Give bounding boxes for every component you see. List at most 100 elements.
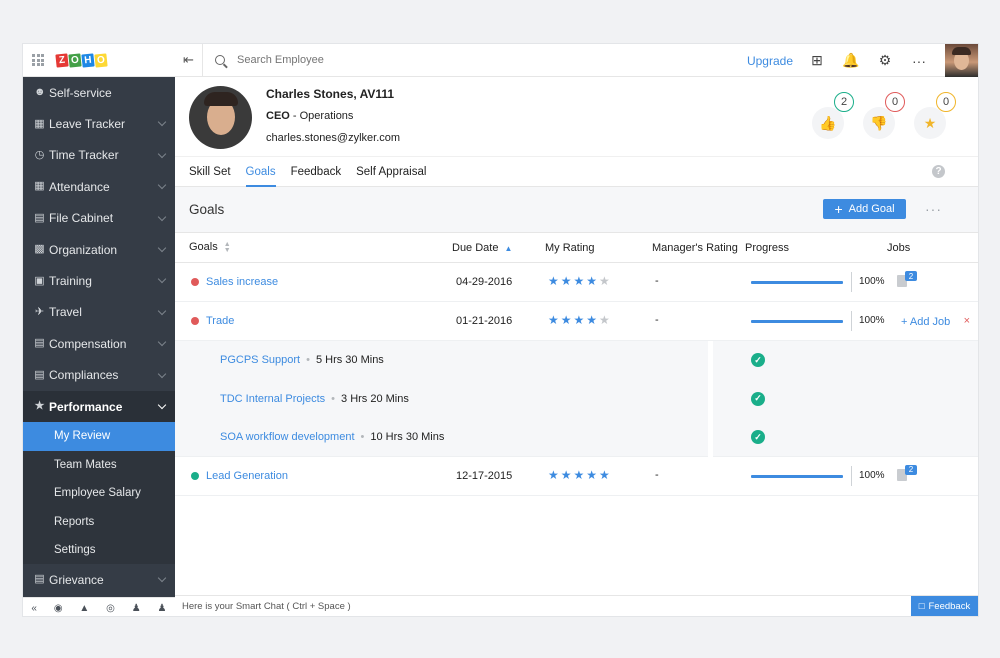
sidebar-item-label: Travel <box>49 305 82 320</box>
team-icon[interactable]: ♟ <box>132 603 141 614</box>
chevron-down-icon <box>157 337 167 347</box>
sidebar-item-compliances[interactable]: ▤ Compliances <box>23 360 175 391</box>
due-date: 04-29-2016 <box>456 276 513 288</box>
feedback-button[interactable]: □ Feedback <box>911 596 978 616</box>
dislikes-badge[interactable]: 👎 0 <box>863 92 905 139</box>
add-goal-label: Add Goal <box>848 203 895 215</box>
role-dept: - Operations <box>289 110 354 122</box>
profile-role: CEO - Operations <box>266 110 353 122</box>
col-goals[interactable]: Goals ▲ ▼ <box>189 241 231 254</box>
sidebar-item-file-cabinet[interactable]: ▤ File Cabinet <box>23 203 175 234</box>
add-square-icon[interactable]: ⊞ <box>809 52 825 69</box>
profile-email: charles.stones@zylker.com <box>266 132 401 144</box>
add-job-link[interactable]: + Add Job <box>901 316 950 328</box>
performance-icon: ★ <box>34 400 45 413</box>
plus-icon: + <box>834 201 843 217</box>
sidebar-subitem-my-review[interactable]: My Review <box>23 422 175 451</box>
remove-icon[interactable]: × <box>964 315 970 327</box>
col-due-date[interactable]: Due Date ▲ <box>452 242 512 254</box>
eye-icon[interactable]: ◉ <box>54 603 63 614</box>
search-input[interactable] <box>237 54 537 66</box>
sidebar: Z O H O ☻ Self-service ▦ Leave Tracker ◷ Ti… <box>23 44 175 616</box>
progress-divider <box>851 465 852 486</box>
sidebar-subitem-reports[interactable]: Reports <box>23 507 175 536</box>
sidebar-item-label: Self-service <box>49 85 112 100</box>
user-icon: ☻ <box>34 86 46 99</box>
sidebar-nav: ☻ Self-service ▦ Leave Tracker ◷ Time Track… <box>23 77 175 596</box>
sidebar-item-label: Compliances <box>49 368 119 383</box>
sidebar-item-leave-tracker[interactable]: ▦ Leave Tracker <box>23 108 175 139</box>
status-dot <box>191 317 199 325</box>
sidebar-subitem-team-mates[interactable]: Team Mates <box>23 450 175 480</box>
sidebar-item-training[interactable]: ▣ Training <box>23 265 175 296</box>
check-icon: ✓ <box>751 353 765 367</box>
manager-rating: - <box>655 314 659 326</box>
main-content: Charles Stones, AV111 CEO - Operations c… <box>175 77 978 595</box>
more-options-icon[interactable]: ··· <box>925 201 942 217</box>
job-link[interactable]: TDC Internal Projects <box>220 393 325 405</box>
rating-stars[interactable]: ★★★★★ <box>548 468 612 482</box>
awards-count: 0 <box>936 92 956 112</box>
add-goal-button[interactable]: + Add Goal <box>823 199 906 219</box>
tab-feedback[interactable]: Feedback <box>291 157 342 187</box>
sidebar-subitem-settings[interactable]: Settings <box>23 535 175 565</box>
col-due-label: Due Date <box>452 241 499 254</box>
smart-chat-bar[interactable]: Here is your Smart Chat ( Ctrl + Space )… <box>175 595 978 616</box>
sidebar-item-time-tracker[interactable]: ◷ Time Tracker <box>23 140 175 171</box>
sidebar-subitem-employee-salary[interactable]: Employee Salary <box>23 479 175 508</box>
profile-tabs: Skill Set Goals Feedback Self Appraisal … <box>175 157 978 187</box>
user-avatar[interactable] <box>945 44 978 77</box>
column-divider <box>708 379 713 418</box>
bell-icon[interactable]: ▲ <box>79 603 89 614</box>
col-goals-label: Goals <box>189 241 218 254</box>
tab-self-appraisal[interactable]: Self Appraisal <box>356 157 426 187</box>
more-icon[interactable]: ··· <box>911 53 927 69</box>
table-row: Trade 01-21-2016 ★★★★★ - 100% + Add Job … <box>175 302 978 341</box>
sidebar-item-travel[interactable]: ✈ Travel <box>23 297 175 328</box>
tab-goals[interactable]: Goals <box>245 157 276 187</box>
sidebar-item-attendance[interactable]: ▦ Attendance <box>23 171 175 202</box>
gear-icon[interactable]: ⚙ <box>877 52 893 69</box>
zoho-logo[interactable]: Z O H O <box>55 52 108 68</box>
rating-stars[interactable]: ★★★★★ <box>548 274 612 288</box>
app-window: Z O H O ☻ Self-service ▦ Leave Tracker ◷ Ti… <box>22 43 979 617</box>
sidebar-item-performance[interactable]: ★ Performance <box>23 390 175 423</box>
goal-link[interactable]: Sales increase <box>206 276 278 288</box>
chat-bubble-icon: □ <box>918 600 925 612</box>
job-entry: SOA workflow development • 10 Hrs 30 Mins <box>220 431 444 443</box>
sidebar-item-grievance[interactable]: ▤ Grievance <box>23 564 175 595</box>
sidebar-item-label: Performance <box>49 399 123 414</box>
collapse-sidebar-icon[interactable]: « <box>31 603 37 614</box>
job-link[interactable]: SOA workflow development <box>220 431 355 443</box>
sidebar-item-self-service[interactable]: ☻ Self-service <box>23 77 175 108</box>
progress-percent: 100% <box>859 276 885 287</box>
sidebar-item-compensation[interactable]: ▤ Compensation <box>23 328 175 359</box>
goal-link[interactable]: Lead Generation <box>206 470 288 482</box>
sidebar-item-organization[interactable]: ▩ Organization <box>23 234 175 265</box>
tab-skill-set[interactable]: Skill Set <box>189 157 231 187</box>
likes-badge[interactable]: 👍 2 <box>812 92 854 139</box>
bell-icon[interactable]: 🔔 <box>842 52 859 69</box>
logo-letter-h: H <box>81 52 95 68</box>
chevron-down-icon <box>157 275 167 284</box>
globe-icon[interactable]: ◎ <box>106 603 115 614</box>
status-dot <box>191 278 199 286</box>
awards-badge[interactable]: ★ 0 <box>914 92 956 139</box>
profile-name: Charles Stones, AV111 <box>266 87 395 101</box>
sidebar-item-label: Attendance <box>49 179 110 194</box>
chevron-down-icon <box>157 369 167 378</box>
manager-rating: - <box>655 468 659 481</box>
help-icon[interactable]: ? <box>932 165 945 178</box>
rating-stars[interactable]: ★★★★★ <box>548 313 612 327</box>
apps-grid-icon[interactable] <box>32 54 44 66</box>
job-link[interactable]: PGCPS Support <box>220 354 300 366</box>
person-icon[interactable]: ♟ <box>158 603 167 614</box>
goal-link[interactable]: Trade <box>206 315 234 327</box>
upgrade-link[interactable]: Upgrade <box>747 54 793 68</box>
likes-count: 2 <box>834 92 854 112</box>
menu-collapse-icon[interactable]: ⇤ <box>175 44 203 77</box>
manager-rating: - <box>655 275 659 287</box>
job-row: SOA workflow development • 10 Hrs 30 Mins … <box>175 418 978 457</box>
chevron-down-icon <box>157 243 167 253</box>
job-duration: 5 Hrs 30 Mins <box>315 354 384 366</box>
